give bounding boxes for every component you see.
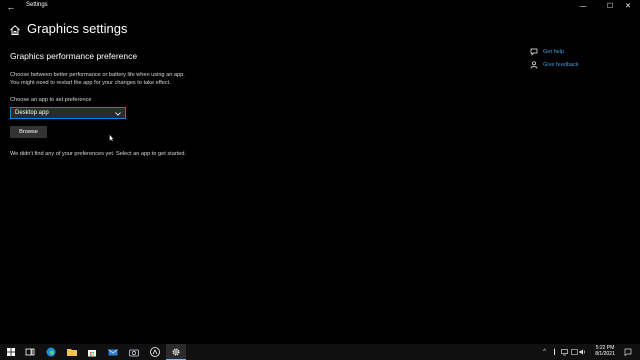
mouse-cursor-icon	[109, 134, 114, 142]
taskbar-settings-button[interactable]	[166, 344, 186, 360]
give-feedback-label: Give feedback	[543, 62, 579, 68]
pen-icon[interactable]	[551, 348, 558, 356]
camera-icon[interactable]	[126, 346, 142, 358]
store-icon[interactable]	[84, 346, 100, 358]
file-explorer-icon[interactable]	[64, 346, 80, 358]
dropdown-value: Desktop app	[15, 110, 49, 116]
language-icon[interactable]	[571, 348, 578, 356]
edge-browser-icon[interactable]	[43, 346, 59, 358]
get-help-label: Get help	[543, 49, 565, 55]
app-type-dropdown[interactable]: Desktop app	[10, 107, 126, 119]
clock-date: 8/1/2021	[595, 351, 615, 357]
description-line-2: You might need to restart the app for yo…	[10, 80, 171, 86]
chevron-down-icon	[115, 112, 121, 116]
network-icon[interactable]	[561, 348, 568, 356]
taskbar-clock[interactable]: 5:22 PM 8/1/2021	[590, 345, 620, 357]
windows-start-icon[interactable]	[3, 346, 19, 358]
page-title: Graphics settings	[27, 21, 128, 36]
feedback-person-icon	[530, 61, 538, 69]
choose-app-label: Choose an app to set preference	[10, 97, 92, 103]
empty-preferences-message: We didn't find any of your preferences y…	[10, 151, 187, 157]
mail-icon[interactable]	[105, 346, 121, 358]
home-icon[interactable]	[9, 24, 21, 36]
notification-center-icon[interactable]	[624, 348, 632, 356]
app-icon[interactable]	[147, 346, 163, 358]
description-line-1: Choose between better performance or bat…	[10, 72, 185, 78]
description: Choose between better performance or bat…	[10, 71, 270, 87]
browse-button[interactable]: Browse	[10, 126, 47, 138]
settings-icon	[172, 348, 180, 356]
title-bar: ← Settings — ☐ ✕	[0, 0, 640, 14]
back-button[interactable]: ←	[4, 1, 18, 13]
chevron-up-icon[interactable]: ^	[541, 348, 548, 356]
window-title: Settings	[26, 2, 48, 8]
close-button[interactable]: ✕	[616, 0, 640, 14]
minimize-button[interactable]: —	[571, 0, 595, 14]
taskbar: ^	[0, 344, 640, 360]
task-view-icon[interactable]	[22, 346, 38, 358]
section-title: Graphics performance preference	[10, 51, 138, 61]
volume-icon[interactable]	[579, 348, 586, 356]
chat-help-icon	[530, 48, 538, 56]
